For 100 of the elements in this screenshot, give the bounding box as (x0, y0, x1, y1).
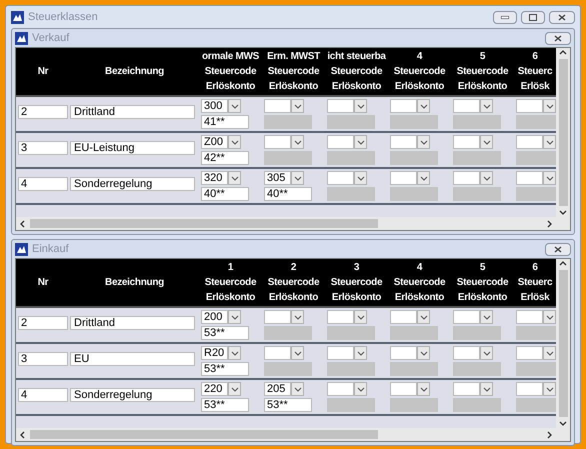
code-dropdown[interactable] (390, 346, 430, 360)
column-header: 5 (480, 261, 486, 275)
code-dropdown[interactable] (516, 382, 556, 396)
chevron-down-icon (420, 386, 428, 392)
name-field[interactable]: Sonderregelung (70, 388, 195, 402)
column-header: Steuercode (394, 65, 446, 79)
name-field[interactable]: Drittland (70, 105, 195, 120)
code-dropdown[interactable] (327, 382, 367, 396)
close-button[interactable] (549, 10, 575, 24)
chevron-down-icon (420, 176, 428, 180)
code-dropdown[interactable] (390, 135, 430, 149)
chevron-down-icon (420, 350, 428, 356)
column-header: 5 (480, 50, 486, 64)
code-dropdown[interactable] (516, 310, 556, 324)
column-header: Erlösk (520, 80, 550, 94)
chevron-down-icon (356, 104, 364, 108)
number-field[interactable]: 3 (18, 141, 68, 156)
minimize-icon (501, 16, 509, 18)
chevron-down-icon (482, 104, 490, 108)
account-field[interactable]: 53** (201, 326, 249, 340)
column-header: Erlöskonto (458, 80, 508, 94)
horizontal-scrollbar[interactable] (16, 428, 570, 441)
scroll-thumb[interactable] (558, 59, 568, 206)
vertical-scrollbar[interactable] (556, 259, 570, 428)
code-dropdown[interactable] (264, 310, 304, 324)
account-field[interactable]: 53** (201, 362, 249, 376)
name-field[interactable]: Sonderregelung (70, 177, 195, 192)
account-field[interactable]: 40** (201, 187, 249, 201)
code-dropdown[interactable] (390, 99, 430, 113)
column-header: Erlöskonto (332, 291, 382, 305)
column-header: ormale MWS (202, 50, 259, 64)
column-header: Steuercode (204, 276, 256, 290)
column-header: Steuercode (204, 65, 256, 79)
chevron-down-icon (294, 140, 302, 144)
close-icon (554, 34, 562, 42)
maximize-icon (529, 14, 537, 20)
account-field[interactable]: 40** (264, 187, 312, 201)
name-field[interactable]: Drittland (70, 316, 195, 330)
account-field[interactable]: 41** (201, 115, 249, 129)
chevron-down-icon (230, 176, 238, 180)
number-field[interactable]: 4 (18, 177, 68, 192)
code-dropdown[interactable] (453, 171, 493, 185)
account-field[interactable]: 42** (201, 151, 249, 165)
chevron-down-icon (230, 104, 238, 108)
chevron-down-icon (546, 314, 554, 320)
code-dropdown[interactable] (390, 310, 430, 324)
code-dropdown[interactable] (327, 99, 367, 113)
chevron-down-icon (546, 140, 554, 144)
code-dropdown[interactable] (516, 346, 556, 360)
maximize-button[interactable] (521, 10, 545, 24)
scroll-thumb[interactable] (558, 270, 568, 417)
column-header: 4 (416, 50, 422, 64)
code-dropdown[interactable] (390, 171, 430, 185)
code-dropdown[interactable] (453, 135, 493, 149)
scroll-thumb[interactable] (30, 430, 378, 439)
chevron-down-icon (230, 140, 238, 144)
code-dropdown[interactable] (327, 310, 367, 324)
account-field[interactable]: 53** (201, 398, 249, 412)
column-header: Erlöskonto (206, 80, 256, 94)
chevron-down-icon (420, 314, 428, 320)
code-dropdown[interactable] (453, 99, 493, 113)
close-button[interactable] (545, 32, 571, 44)
column-header: 2 (290, 261, 296, 275)
account-field[interactable]: 53** (264, 398, 312, 412)
code-dropdown[interactable] (453, 382, 493, 396)
scroll-thumb[interactable] (30, 219, 378, 228)
vertical-scrollbar[interactable] (556, 48, 570, 217)
column-header: Nr (38, 276, 48, 290)
chevron-down-icon (356, 350, 364, 356)
code-dropdown[interactable] (516, 171, 556, 185)
column-header: Bezeichnung (105, 276, 164, 290)
code-dropdown[interactable] (453, 310, 493, 324)
horizontal-scrollbar[interactable] (16, 217, 570, 230)
code-dropdown[interactable] (264, 346, 304, 360)
number-field[interactable]: 4 (18, 388, 68, 402)
close-button[interactable] (545, 242, 571, 256)
chevron-down-icon (482, 386, 490, 392)
minimize-button[interactable] (493, 10, 517, 24)
code-dropdown[interactable] (264, 99, 304, 113)
code-dropdown[interactable] (327, 346, 367, 360)
chevron-down-icon (482, 140, 490, 144)
column-header: Steuerc (518, 276, 552, 290)
column-header: Steuercode (330, 65, 382, 79)
code-dropdown[interactable] (516, 135, 556, 149)
window-title: Einkauf (32, 242, 70, 257)
code-dropdown[interactable] (264, 135, 304, 149)
name-field[interactable]: EU-Leistung (70, 141, 195, 156)
code-dropdown[interactable] (453, 346, 493, 360)
number-field[interactable]: 2 (18, 316, 68, 330)
column-header: Erm. MWST (267, 50, 320, 64)
number-field[interactable]: 2 (18, 105, 68, 120)
number-field[interactable]: 3 (18, 352, 68, 366)
code-dropdown[interactable] (327, 171, 367, 185)
code-dropdown[interactable] (327, 135, 367, 149)
chevron-down-icon (294, 104, 302, 108)
code-dropdown[interactable] (516, 99, 556, 113)
name-field[interactable]: EU (70, 352, 195, 366)
chevron-down-icon (356, 386, 364, 392)
code-dropdown[interactable] (390, 382, 430, 396)
column-header: 1 (228, 261, 234, 275)
